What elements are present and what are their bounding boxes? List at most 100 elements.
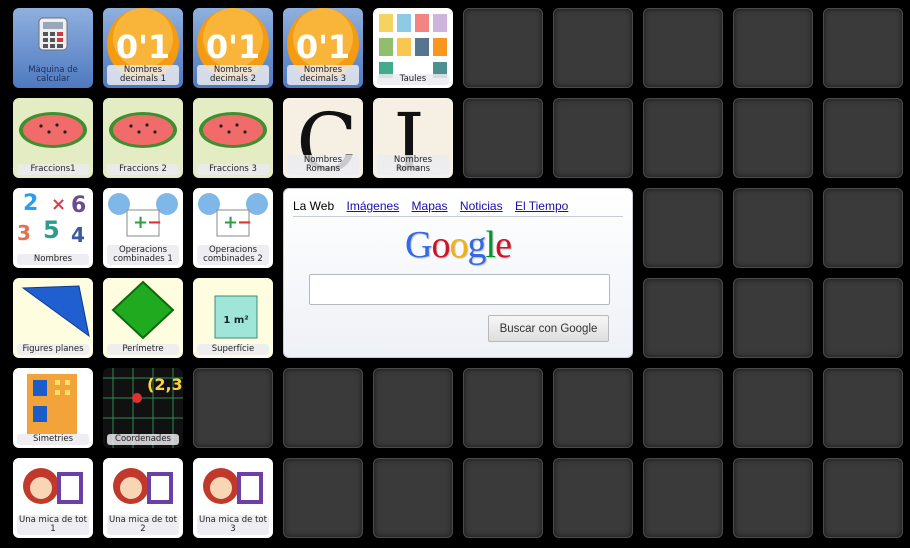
svg-text:×: × xyxy=(51,194,66,215)
tile-combined-ops-1[interactable]: + − Operacions combinades 1 xyxy=(103,188,183,268)
tile-coordinates[interactable]: (2,3 Coordenades xyxy=(103,368,183,448)
empty-slot[interactable] xyxy=(733,188,813,268)
empty-slot[interactable] xyxy=(823,8,903,88)
tile-label: Perímetre xyxy=(107,344,179,355)
google-logo-text: Google xyxy=(405,224,512,266)
tile-taules[interactable]: Taules xyxy=(373,8,453,88)
google-search-widget: La Web Imágenes Mapas Noticias El Tiempo… xyxy=(283,188,633,358)
tile-label: Coordenades xyxy=(107,434,179,445)
empty-slot[interactable] xyxy=(553,98,633,178)
google-logo-letter: g xyxy=(467,224,487,266)
tile-label: Fraccions 3 xyxy=(197,164,269,175)
tile-label: Superfície xyxy=(197,344,269,355)
svg-text:+: + xyxy=(133,212,148,233)
tile-label: Fraccions 2 xyxy=(107,164,179,175)
google-logo-letter: G xyxy=(405,224,432,266)
svg-text:+: + xyxy=(223,212,238,233)
empty-slot[interactable] xyxy=(733,368,813,448)
empty-slot[interactable] xyxy=(733,278,813,358)
empty-slot[interactable] xyxy=(553,458,633,538)
tile-a-bit-of-everything-2[interactable]: Una mica de tot 2 xyxy=(103,458,183,538)
tile-fractions-3[interactable]: Fraccions 3 xyxy=(193,98,273,178)
tile-label: Màquina de calcular xyxy=(28,65,78,84)
tile-label: Operacions combinades 1 xyxy=(107,245,179,265)
tile-decimals-3[interactable]: 0'1 Nombres decimals 3 xyxy=(283,8,363,88)
empty-slot[interactable] xyxy=(463,458,543,538)
google-logo-letter: l xyxy=(485,224,497,266)
empty-slot[interactable] xyxy=(823,98,903,178)
empty-slot[interactable] xyxy=(373,458,453,538)
svg-text:2: 2 xyxy=(23,191,38,216)
tile-plane-figures[interactable]: Figures planes xyxy=(13,278,93,358)
empty-slot[interactable] xyxy=(283,368,363,448)
tile-label: Nombres decimals 2 xyxy=(197,65,269,85)
empty-slot[interactable] xyxy=(463,98,543,178)
empty-slot[interactable] xyxy=(823,458,903,538)
tile-numbers[interactable]: 2 × 6 3 5 4 Nombres xyxy=(13,188,93,268)
tab-web[interactable]: La Web xyxy=(293,199,334,213)
tile-roman-1[interactable]: C Nombres Romans xyxy=(283,98,363,178)
empty-slot[interactable] xyxy=(463,8,543,88)
svg-text:−: − xyxy=(237,212,252,233)
svg-text:3: 3 xyxy=(17,221,31,245)
empty-slot[interactable] xyxy=(643,368,723,448)
tile-perimeter[interactable]: Perímetre xyxy=(103,278,183,358)
svg-text:0'1: 0'1 xyxy=(116,28,170,66)
empty-slot[interactable] xyxy=(283,458,363,538)
tile-surface[interactable]: 1 m² Superfície xyxy=(193,278,273,358)
empty-slot[interactable] xyxy=(823,278,903,358)
empty-slot[interactable] xyxy=(643,98,723,178)
empty-slot[interactable] xyxy=(733,8,813,88)
tile-label: Una mica de tot 2 xyxy=(107,515,179,535)
svg-text:(2,3: (2,3 xyxy=(147,375,183,394)
svg-text:0'1: 0'1 xyxy=(206,28,260,66)
tab-maps[interactable]: Mapas xyxy=(412,199,448,213)
search-input[interactable] xyxy=(309,274,610,305)
empty-slot[interactable] xyxy=(553,8,633,88)
empty-slot[interactable] xyxy=(643,188,723,268)
empty-slot[interactable] xyxy=(733,98,813,178)
tile-label: Simetries xyxy=(17,434,89,445)
tab-weather[interactable]: El Tiempo xyxy=(515,199,568,213)
empty-slot[interactable] xyxy=(463,368,543,448)
svg-text:−: − xyxy=(147,212,162,233)
google-tabs: La Web Imágenes Mapas Noticias El Tiempo xyxy=(293,199,623,217)
tile-label: Figures planes xyxy=(17,344,89,355)
empty-slot[interactable] xyxy=(823,368,903,448)
search-button[interactable]: Buscar con Google xyxy=(488,315,609,342)
empty-slot[interactable] xyxy=(553,368,633,448)
tile-symmetry[interactable]: Simetries xyxy=(13,368,93,448)
tile-label: Nombres xyxy=(17,254,89,265)
tile-combined-ops-2[interactable]: + − Operacions combinades 2 xyxy=(193,188,273,268)
tile-label: Taules xyxy=(377,74,449,85)
tile-fractions-2[interactable]: Fraccions 2 xyxy=(103,98,183,178)
svg-text:5: 5 xyxy=(43,216,60,244)
empty-slot[interactable] xyxy=(193,368,273,448)
google-logo-letter: o xyxy=(431,224,451,266)
tile-label: Fraccions1 xyxy=(17,164,89,175)
tile-label: Una mica de tot 3 xyxy=(197,515,269,535)
tile-decimals-2[interactable]: 0'1 Nombres decimals 2 xyxy=(193,8,273,88)
empty-slot[interactable] xyxy=(823,188,903,268)
tile-fractions-1[interactable]: Fraccions1 xyxy=(13,98,93,178)
tab-news[interactable]: Noticias xyxy=(460,199,503,213)
tab-images[interactable]: Imágenes xyxy=(346,199,399,213)
tile-decimals-1[interactable]: 0'1 Nombres decimals 1 xyxy=(103,8,183,88)
tile-a-bit-of-everything-3[interactable]: Una mica de tot 3 xyxy=(193,458,273,538)
tile-calculator[interactable]: Màquina de calcular xyxy=(13,8,93,88)
empty-slot[interactable] xyxy=(643,278,723,358)
google-logo-letter: e xyxy=(495,224,512,266)
empty-slot[interactable] xyxy=(643,458,723,538)
empty-slot[interactable] xyxy=(643,8,723,88)
tile-label: Nombres Romans xyxy=(377,155,449,175)
empty-slot[interactable] xyxy=(733,458,813,538)
google-logo-letter: o xyxy=(449,224,469,266)
tile-label: Una mica de tot 1 xyxy=(17,515,89,535)
tile-roman-2[interactable]: I Nombres Romans xyxy=(373,98,453,178)
tile-label: Nombres decimals 1 xyxy=(107,65,179,85)
svg-text:6: 6 xyxy=(71,193,86,218)
svg-text:4: 4 xyxy=(71,223,85,247)
empty-slot[interactable] xyxy=(373,368,453,448)
tile-a-bit-of-everything-1[interactable]: Una mica de tot 1 xyxy=(13,458,93,538)
svg-text:0'1: 0'1 xyxy=(296,28,350,66)
